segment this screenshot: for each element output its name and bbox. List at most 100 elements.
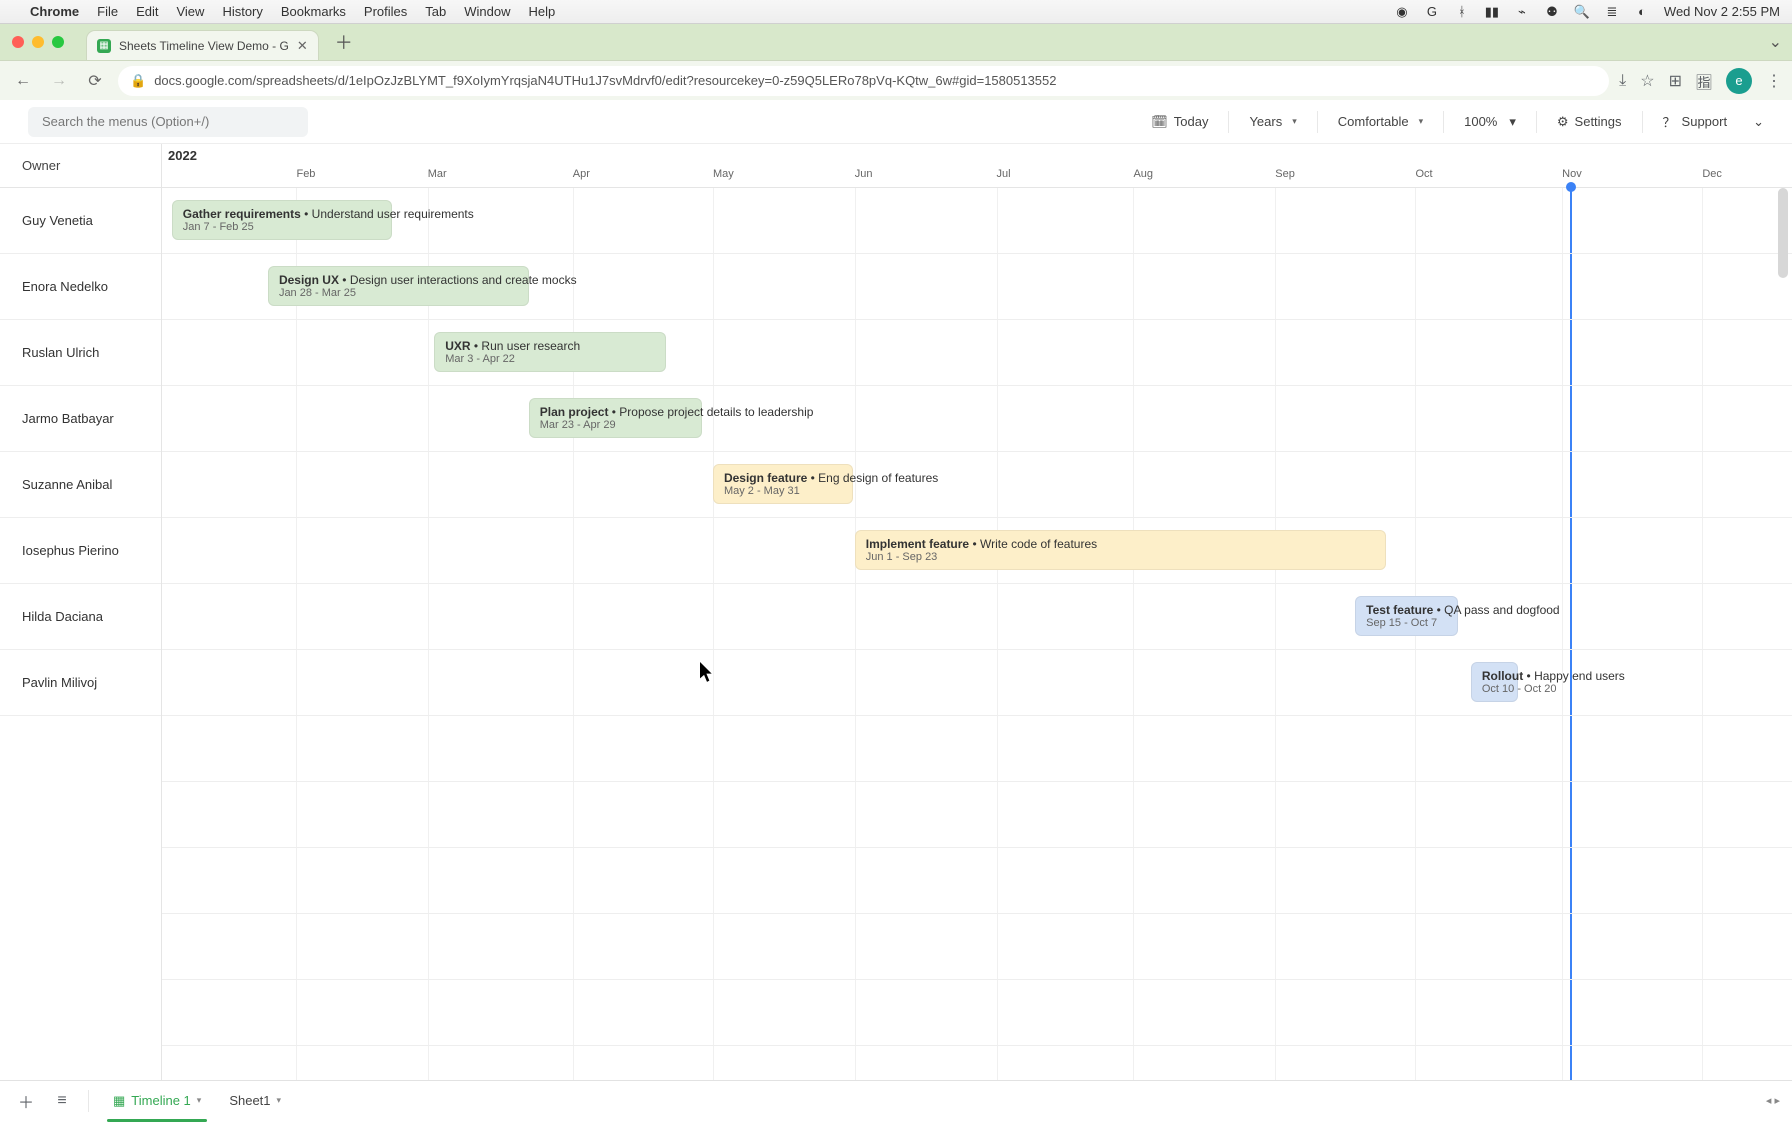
mac-menu-file[interactable]: File <box>97 4 118 19</box>
task-card[interactable]: UXR • Run user researchMar 3 - Apr 22 <box>434 332 665 372</box>
sheet-tab[interactable]: Sheet1▾ <box>217 1085 293 1117</box>
reload-button[interactable]: ⟳ <box>82 68 108 94</box>
owner-row-label[interactable]: Ruslan Ulrich <box>0 320 161 386</box>
scrollbar-thumb[interactable] <box>1778 188 1788 278</box>
mac-menu-history[interactable]: History <box>222 4 262 19</box>
new-tab-button[interactable]: ＋ <box>331 29 357 55</box>
task-card[interactable]: Design UX • Design user interactions and… <box>268 266 529 306</box>
status-siri-icon[interactable]: ◐ <box>1634 4 1650 20</box>
timeline-row: Plan project • Propose project details t… <box>162 386 1792 452</box>
timeline-chart-area[interactable]: Gather requirements • Understand user re… <box>162 188 1792 1084</box>
window-close-button[interactable] <box>12 36 24 48</box>
status-eye-icon[interactable]: ◉ <box>1394 4 1410 20</box>
task-card[interactable]: Rollout • Happy end usersOct 10 - Oct 20 <box>1471 662 1518 702</box>
sheet-tab-scroll[interactable]: ◂ ▸ <box>1766 1094 1780 1107</box>
range-dropdown[interactable]: Years <box>1239 109 1306 134</box>
settings-label: Settings <box>1575 114 1622 129</box>
month-label: Dec <box>1702 168 1722 180</box>
tabstrip-overflow-icon[interactable]: ⌄ <box>1769 32 1782 52</box>
add-sheet-button[interactable]: ＋ <box>12 1087 40 1115</box>
tab-close-icon[interactable]: ✕ <box>297 38 308 54</box>
install-icon[interactable]: ⤓ <box>1619 72 1626 90</box>
mac-menu-window[interactable]: Window <box>464 4 510 19</box>
all-sheets-button[interactable]: ≡ <box>48 1087 76 1115</box>
mac-menu-help[interactable]: Help <box>529 4 556 19</box>
task-title: Test feature • QA pass and dogfood <box>1366 603 1447 617</box>
timeline-header: Owner 2022 FebMarAprMayJunJulAugSepOctNo… <box>0 144 1792 188</box>
status-bluetooth-icon[interactable]: ᚼ <box>1454 4 1470 20</box>
mac-menu-view[interactable]: View <box>176 4 204 19</box>
status-control-center-icon[interactable]: ≣ <box>1604 4 1620 20</box>
timeline-row: Implement feature • Write code of featur… <box>162 518 1792 584</box>
group-by-label: Owner <box>22 158 60 173</box>
timeline-row: Rollout • Happy end usersOct 10 - Oct 20 <box>162 650 1792 716</box>
back-button[interactable]: ← <box>10 68 36 94</box>
status-toggle-icon[interactable]: ⌁ <box>1514 4 1530 20</box>
owner-row-label[interactable]: Iosephus Pierino <box>0 518 161 584</box>
translate-icon[interactable]: 🈯︎ <box>1696 69 1712 93</box>
expand-toolbar-icon[interactable]: ⌄ <box>1743 109 1774 135</box>
task-title: Design feature • Eng design of features <box>724 471 842 485</box>
owner-row-label[interactable]: Pavlin Milivoj <box>0 650 161 716</box>
chrome-menu-icon[interactable]: ⋮ <box>1766 71 1782 91</box>
owner-row-label[interactable]: Hilda Daciana <box>0 584 161 650</box>
task-card[interactable]: Gather requirements • Understand user re… <box>172 200 392 240</box>
status-wifi-icon[interactable]: ⚉ <box>1544 4 1560 20</box>
sheet-tab-name: Timeline 1 <box>131 1093 190 1108</box>
sheet-tab-menu-icon[interactable]: ▾ <box>197 1095 202 1106</box>
owner-row-label[interactable]: Enora Nedelko <box>0 254 161 320</box>
sheet-tab[interactable]: ▦Timeline 1▾ <box>101 1085 213 1117</box>
settings-button[interactable]: ⚙ Settings <box>1547 109 1632 135</box>
mac-menu-tab[interactable]: Tab <box>425 4 446 19</box>
timeline-year: 2022 <box>168 148 197 163</box>
browser-tab[interactable]: ▦ Sheets Timeline View Demo - G ✕ <box>86 30 319 60</box>
sheet-tab-menu-icon[interactable]: ▾ <box>277 1095 282 1106</box>
owner-row-label[interactable]: Guy Venetia <box>0 188 161 254</box>
status-google-icon[interactable]: G <box>1424 4 1440 20</box>
timeline-row-empty <box>162 716 1792 782</box>
menu-search-input[interactable]: Search the menus (Option+/) <box>28 107 308 137</box>
mac-menu-bookmarks[interactable]: Bookmarks <box>281 4 346 19</box>
status-battery-icon[interactable]: ▮▮ <box>1484 4 1500 20</box>
status-spotlight-icon[interactable]: 🔍 <box>1574 4 1590 20</box>
menu-search-placeholder: Search the menus (Option+/) <box>42 114 209 129</box>
task-dates: Jan 7 - Feb 25 <box>183 221 381 233</box>
toolbar-separator <box>1317 111 1318 133</box>
toolbar-separator <box>1536 111 1537 133</box>
timeline-row: Design UX • Design user interactions and… <box>162 254 1792 320</box>
owner-row-label[interactable]: Jarmo Batbayar <box>0 386 161 452</box>
mac-menu-profiles[interactable]: Profiles <box>364 4 407 19</box>
month-label: Sep <box>1275 168 1295 180</box>
task-card[interactable]: Test feature • QA pass and dogfoodSep 15… <box>1355 596 1458 636</box>
timeline-owner-column: Guy VenetiaEnora NedelkoRuslan UlrichJar… <box>0 188 162 1084</box>
timeline-date-header[interactable]: 2022 FebMarAprMayJunJulAugSepOctNovDec <box>162 144 1792 187</box>
range-label: Years <box>1249 114 1282 129</box>
chrome-omnibox[interactable]: 🔒 docs.google.com/spreadsheets/d/1eIpOzJ… <box>118 66 1609 96</box>
gear-icon: ⚙ <box>1557 114 1569 130</box>
forward-button[interactable]: → <box>46 68 72 94</box>
extensions-puzzle-icon[interactable]: ⊞ <box>1669 71 1682 91</box>
task-title: UXR • Run user research <box>445 339 654 353</box>
owner-row-label[interactable]: Suzanne Anibal <box>0 452 161 518</box>
today-button[interactable]: 🗓 Today <box>1141 109 1218 135</box>
timeline-row: Gather requirements • Understand user re… <box>162 188 1792 254</box>
timeline-view: Owner 2022 FebMarAprMayJunJulAugSepOctNo… <box>0 144 1792 1084</box>
task-card[interactable]: Plan project • Propose project details t… <box>529 398 702 438</box>
timeline-row-empty <box>162 782 1792 848</box>
sheets-favicon-icon: ▦ <box>97 39 111 53</box>
support-button[interactable]: ？ Support <box>1653 107 1738 136</box>
density-dropdown[interactable]: Comfortable <box>1328 109 1433 134</box>
window-minimize-button[interactable] <box>32 36 44 48</box>
mac-menu-edit[interactable]: Edit <box>136 4 158 19</box>
mac-app-name[interactable]: Chrome <box>30 4 79 19</box>
zoom-display[interactable]: 100% ▾ <box>1454 109 1526 135</box>
group-by-header[interactable]: Owner <box>0 144 162 187</box>
task-card[interactable]: Implement feature • Write code of featur… <box>855 530 1386 570</box>
window-zoom-button[interactable] <box>52 36 64 48</box>
timeline-row: Test feature • QA pass and dogfoodSep 15… <box>162 584 1792 650</box>
mac-clock[interactable]: Wed Nov 2 2:55 PM <box>1664 4 1780 19</box>
task-card[interactable]: Design feature • Eng design of featuresM… <box>713 464 853 504</box>
chrome-profile-avatar[interactable]: e <box>1726 68 1752 94</box>
vertical-scrollbar[interactable] <box>1776 188 1790 1084</box>
bookmark-star-icon[interactable]: ☆ <box>1640 71 1654 91</box>
